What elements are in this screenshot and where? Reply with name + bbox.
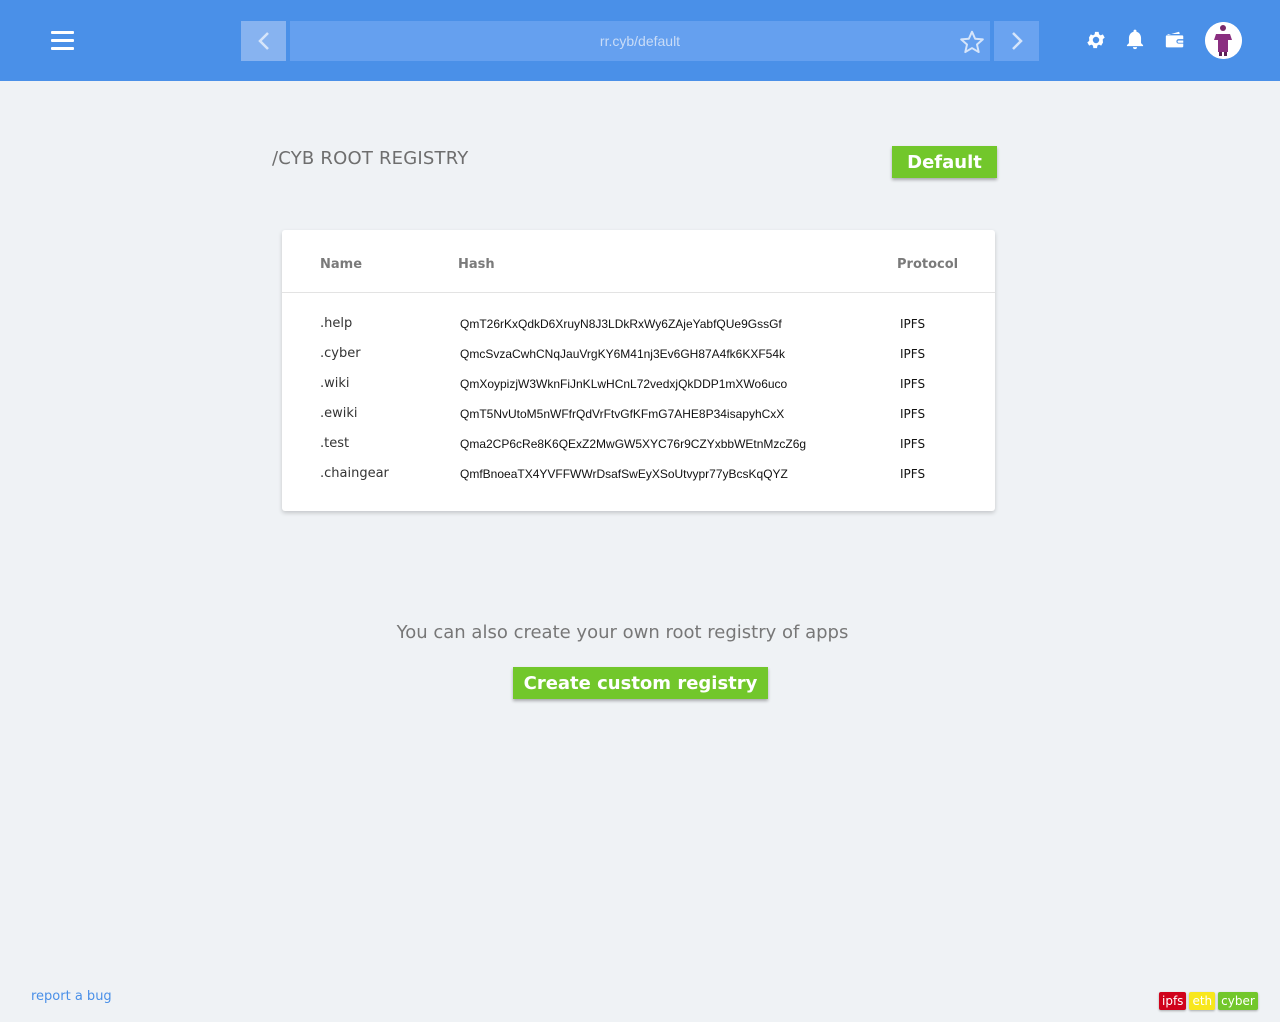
row-name[interactable]: .chaingear [320,459,389,489]
column-header-name: Name [320,257,363,272]
ipfs-badge[interactable]: ipfs [1159,992,1187,1010]
cyber-badge[interactable]: cyber [1218,992,1258,1010]
row-name[interactable]: .ewiki [320,399,358,429]
chevron-right-icon [1011,32,1023,50]
table-divider [282,292,995,293]
star-icon[interactable] [959,29,985,55]
row-name[interactable]: .help [320,309,352,339]
table-row[interactable]: .wiki QmXoypizjW3WknFiJnKLwHCnL72vedxjQk… [282,369,995,399]
status-badges: ipfs eth cyber [1159,992,1258,1010]
create-custom-registry-button[interactable]: Create custom registry [513,667,768,699]
wallet-icon[interactable] [1164,29,1186,51]
custom-registry-text: You can also create your own root regist… [396,622,849,643]
forward-button[interactable] [994,21,1039,61]
row-hash: QmT5NvUtoM5nWFfrQdVrFtvGfKFmG7AHE8P34isa… [460,407,785,421]
address-text[interactable]: rr.cyb/default [600,33,680,49]
gear-icon[interactable] [1085,29,1107,51]
row-hash: QmT26rKxQdkD6XruyN8J3LDkRxWy6ZAjeYabfQUe… [460,317,782,331]
table-row[interactable]: .cyber QmcSvzaCwhCNqJauVrgKY6M41nj3Ev6GH… [282,339,995,369]
default-button[interactable]: Default [892,146,997,178]
table-row[interactable]: .chaingear QmfBnoeaTX4YVFFWWrDsafSwEyXSo… [282,459,995,489]
row-hash: QmfBnoeaTX4YVFFWWrDsafSwEyXSoUtvypr77yBc… [460,467,788,481]
row-protocol: IPFS [900,377,926,391]
row-protocol: IPFS [900,407,926,421]
row-protocol: IPFS [900,347,926,361]
back-button[interactable] [241,21,286,61]
bell-icon[interactable] [1124,29,1146,51]
table-row[interactable]: .help QmT26rKxQdkD6XruyN8J3LDkRxWy6ZAjeY… [282,309,995,339]
row-hash: Qma2CP6cRe8K6QExZ2MwGW5XYC76r9CZYxbbWEtn… [460,437,807,451]
avatar-figure-icon [1205,22,1242,59]
top-bar: rr.cyb/default [0,0,1280,81]
report-bug-link[interactable]: report a bug [31,989,112,1004]
row-protocol: IPFS [900,317,926,331]
menu-icon[interactable] [51,31,74,50]
row-hash: QmcSvzaCwhCNqJauVrgKY6M41nj3Ev6GH87A4fk6… [460,347,786,361]
table-row[interactable]: .ewiki QmT5NvUtoM5nWFfrQdVrFtvGfKFmG7AHE… [282,399,995,429]
page-title: /CYB ROOT REGISTRY [272,148,469,169]
table-row[interactable]: .test Qma2CP6cRe8K6QExZ2MwGW5XYC76r9CZYx… [282,429,995,459]
row-protocol: IPFS [900,467,926,481]
row-name[interactable]: .test [320,429,349,459]
avatar[interactable] [1205,22,1242,59]
row-protocol: IPFS [900,437,926,451]
address-bar[interactable]: rr.cyb/default [290,21,990,61]
column-header-hash: Hash [458,257,495,272]
eth-badge[interactable]: eth [1189,992,1216,1010]
row-name[interactable]: .cyber [320,339,361,369]
column-header-protocol: Protocol [897,257,959,272]
row-name[interactable]: .wiki [320,369,350,399]
row-hash: QmXoypizjW3WknFiJnKLwHCnL72vedxjQkDDP1mX… [460,377,788,391]
chevron-left-icon [257,32,269,50]
registry-table: Name Hash Protocol .help QmT26rKxQdkD6Xr… [282,230,995,511]
